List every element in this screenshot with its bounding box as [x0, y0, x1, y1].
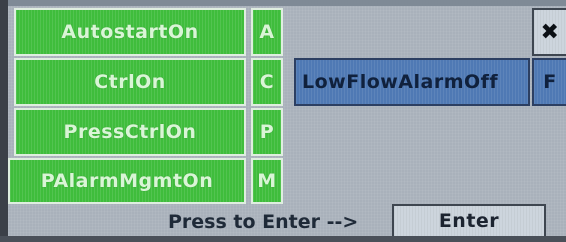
- ctrl-on-button[interactable]: CtrlOn: [14, 58, 246, 106]
- hmi-screen: AutostartOn A ✖ CtrlOn C LowFlowAlarmOff…: [0, 0, 566, 242]
- enter-button[interactable]: Enter: [392, 204, 546, 236]
- close-button[interactable]: ✖: [532, 8, 566, 56]
- screen-bezel-bottom: [0, 236, 566, 242]
- low-flow-alarm-key-button[interactable]: F: [532, 58, 566, 106]
- press-to-enter-prompt: Press to Enter -->: [168, 211, 359, 233]
- press-ctrl-on-button[interactable]: PressCtrlOn: [14, 108, 246, 156]
- autostart-on-button[interactable]: AutostartOn: [14, 8, 246, 56]
- low-flow-alarm-off-label: LowFlowAlarmOff: [302, 71, 499, 93]
- p-alarm-mgmt-on-label: PAlarmMgmtOn: [40, 170, 214, 192]
- p-alarm-mgmt-key-button[interactable]: M: [251, 158, 283, 204]
- ctrl-key-button[interactable]: C: [251, 58, 283, 106]
- ctrl-on-label: CtrlOn: [94, 71, 166, 93]
- autostart-key-label: A: [259, 21, 275, 43]
- low-flow-alarm-key-label: F: [543, 71, 557, 93]
- screen-bezel-left: [0, 0, 8, 242]
- press-ctrl-key-label: P: [259, 121, 275, 143]
- enter-button-label: Enter: [438, 210, 500, 232]
- p-alarm-mgmt-key-label: M: [257, 170, 277, 192]
- autostart-key-button[interactable]: A: [251, 8, 283, 56]
- ctrl-key-label: C: [259, 71, 275, 93]
- autostart-on-label: AutostartOn: [61, 21, 199, 43]
- press-ctrl-key-button[interactable]: P: [251, 108, 283, 156]
- low-flow-alarm-off-button[interactable]: LowFlowAlarmOff: [294, 58, 530, 106]
- p-alarm-mgmt-on-button[interactable]: PAlarmMgmtOn: [8, 158, 246, 204]
- close-icon: ✖: [540, 19, 560, 45]
- press-ctrl-on-label: PressCtrlOn: [63, 121, 197, 143]
